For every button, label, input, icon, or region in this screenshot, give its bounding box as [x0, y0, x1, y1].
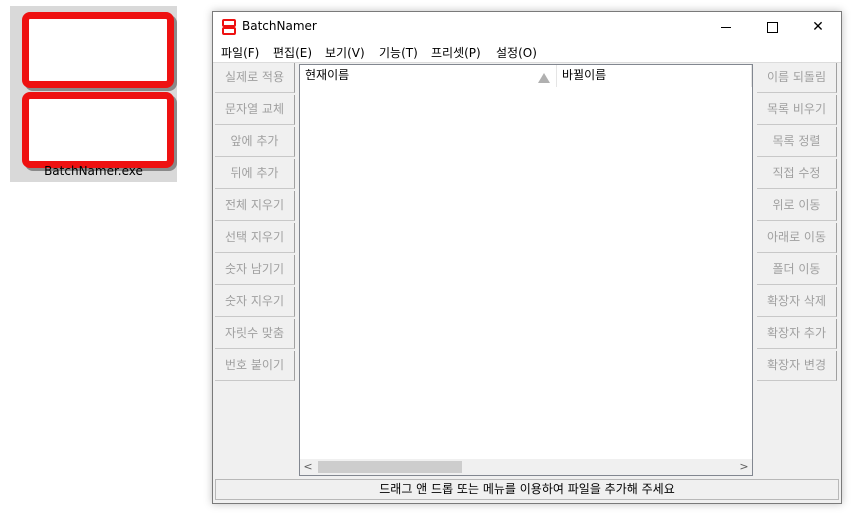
apply-button[interactable]: 실제로 적용	[215, 63, 295, 93]
column-header-new-name[interactable]: 바뀔이름	[557, 65, 752, 87]
scroll-thumb[interactable]	[318, 461, 462, 473]
desktop-icon-label: BatchNamer.exe	[44, 164, 143, 178]
minimize-button[interactable]	[703, 12, 749, 42]
app-icon	[222, 19, 236, 35]
revert-name-button[interactable]: 이름 되돌림	[757, 63, 837, 93]
clear-selection-button[interactable]: 선택 지우기	[215, 223, 295, 253]
delete-extension-button[interactable]: 확장자 삭제	[757, 287, 837, 317]
desktop-shortcut-batchnamer[interactable]: BatchNamer.exe	[10, 6, 177, 182]
remove-digits-button[interactable]: 숫자 지우기	[215, 287, 295, 317]
add-extension-button[interactable]: 확장자 추가	[757, 319, 837, 349]
app-logo-top-box	[22, 12, 174, 88]
clear-list-button[interactable]: 목록 비우기	[757, 95, 837, 125]
title-bar[interactable]: BatchNamer ✕	[213, 12, 841, 42]
maximize-icon	[766, 21, 778, 33]
menu-file[interactable]: 파일(F)	[221, 44, 259, 61]
change-extension-button[interactable]: 확장자 변경	[757, 351, 837, 381]
menu-bar: 파일(F) 편집(E) 보기(V) 기능(T) 프리셋(P) 설정(O)	[213, 42, 841, 63]
maximize-button[interactable]	[749, 12, 795, 42]
menu-edit[interactable]: 편집(E)	[273, 44, 312, 61]
column-header-new-name-label: 바뀔이름	[562, 68, 607, 82]
close-icon: ✕	[812, 19, 824, 35]
edit-directly-button[interactable]: 직접 수정	[757, 159, 837, 189]
prepend-button[interactable]: 앞에 추가	[215, 127, 295, 157]
sort-list-button[interactable]: 목록 정렬	[757, 127, 837, 157]
app-window: BatchNamer ✕ 파일(F) 편집(E) 보기(V) 기능(T) 프리셋…	[212, 11, 842, 504]
scroll-left-icon[interactable]: <	[300, 459, 316, 475]
move-folder-button[interactable]: 폴더 이동	[757, 255, 837, 285]
append-button[interactable]: 뒤에 추가	[215, 159, 295, 189]
menu-settings[interactable]: 설정(O)	[496, 44, 537, 61]
clear-all-button[interactable]: 전체 지우기	[215, 191, 295, 221]
menu-function[interactable]: 기능(T)	[379, 44, 418, 61]
file-list[interactable]: 현재이름 바뀔이름 < >	[299, 64, 753, 476]
minimize-icon	[721, 26, 731, 28]
scroll-right-icon[interactable]: >	[736, 459, 752, 475]
add-number-button[interactable]: 번호 붙이기	[215, 351, 295, 381]
app-logo-bottom-box	[22, 92, 174, 168]
move-down-button[interactable]: 아래로 이동	[757, 223, 837, 253]
column-header-current-name[interactable]: 현재이름	[300, 65, 557, 87]
replace-string-button[interactable]: 문자열 교체	[215, 95, 295, 125]
pad-digits-button[interactable]: 자릿수 맞춤	[215, 319, 295, 349]
move-up-button[interactable]: 위로 이동	[757, 191, 837, 221]
column-header-current-name-label: 현재이름	[305, 68, 350, 82]
sort-up-icon	[538, 73, 550, 83]
status-bar: 드래그 앤 드롭 또는 메뉴를 이용하여 파일을 추가해 주세요	[215, 479, 839, 500]
menu-preset[interactable]: 프리셋(P)	[431, 44, 481, 61]
horizontal-scrollbar[interactable]: < >	[300, 459, 752, 475]
close-button[interactable]: ✕	[795, 12, 841, 42]
keep-digits-button[interactable]: 숫자 남기기	[215, 255, 295, 285]
window-title: BatchNamer	[242, 19, 317, 33]
menu-view[interactable]: 보기(V)	[325, 44, 365, 61]
